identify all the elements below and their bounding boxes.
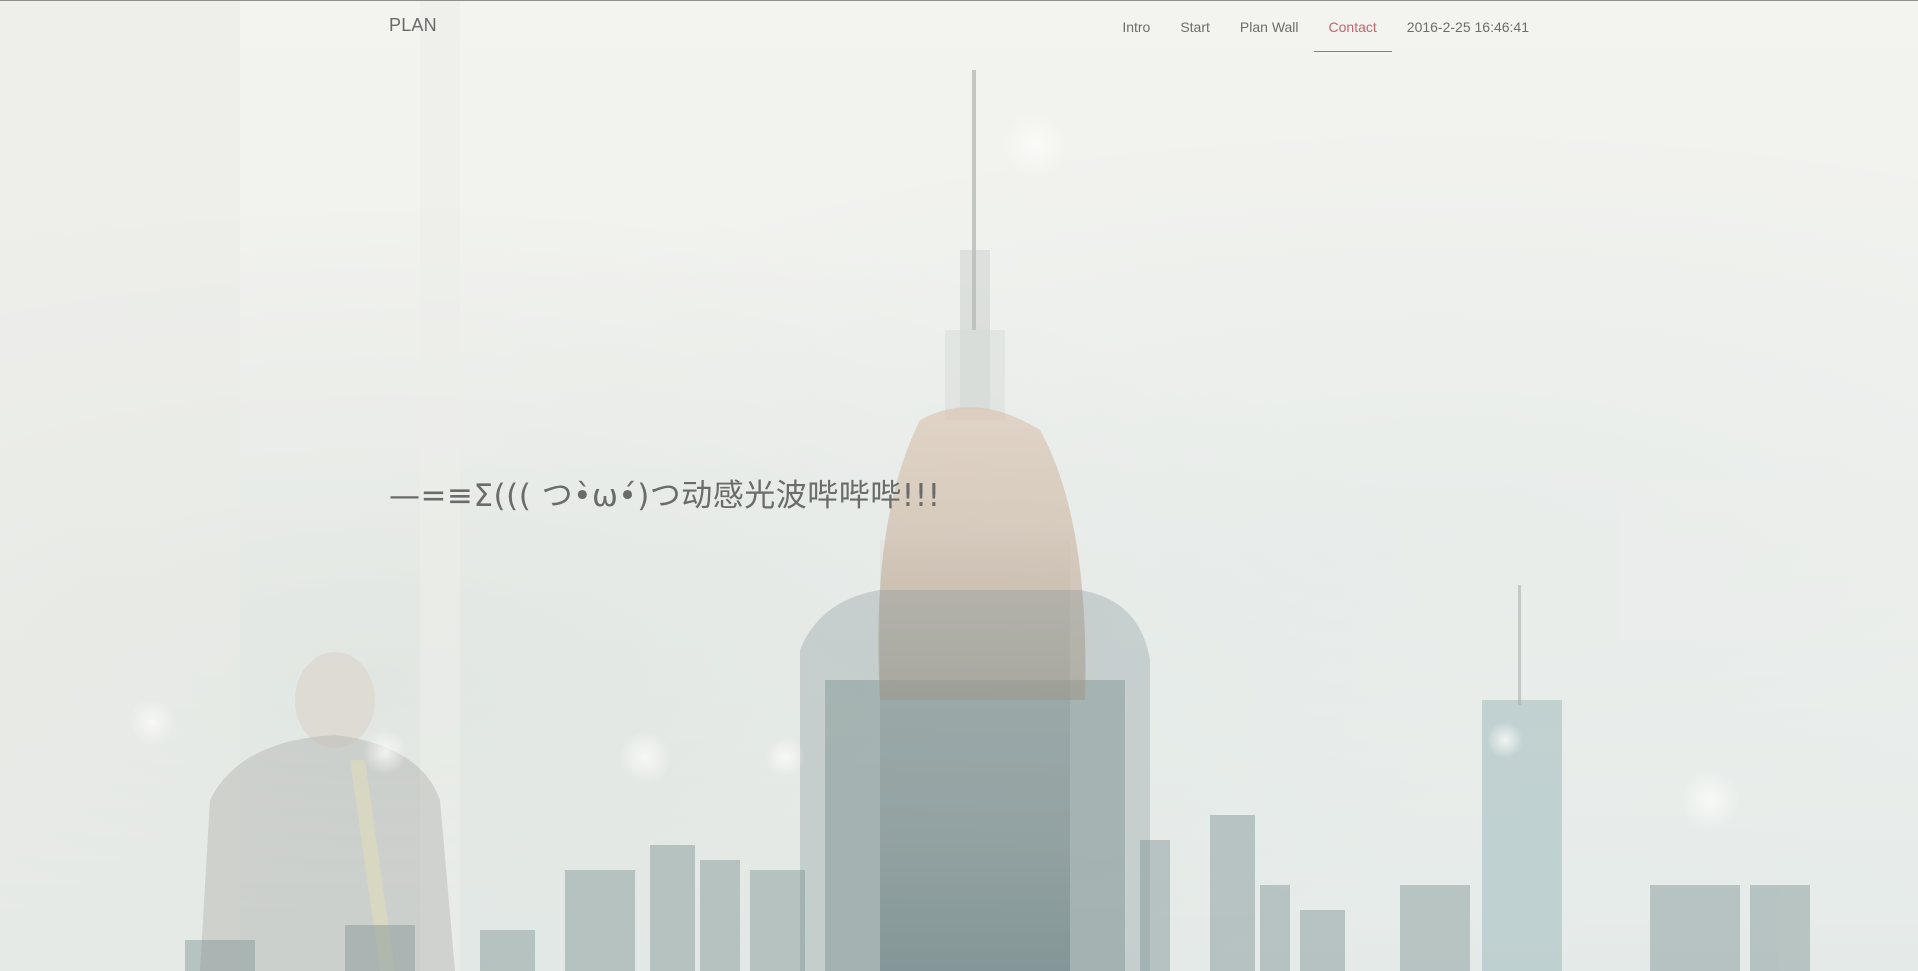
hero-text: —=≡Σ((( つ•̀ω•́)つ动感光波哔哔哔!!! bbox=[389, 478, 941, 514]
nav-item-contact[interactable]: Contact bbox=[1313, 1, 1393, 52]
background-photo bbox=[0, 0, 1918, 971]
current-datetime: 2016-2-25 16:46:41 bbox=[1406, 18, 1529, 35]
nav-item-intro[interactable]: Intro bbox=[1107, 1, 1165, 52]
nav-item-start[interactable]: Start bbox=[1165, 1, 1225, 52]
nav-item-plan-wall[interactable]: Plan Wall bbox=[1225, 1, 1314, 52]
nav-menu: Intro Start Plan Wall Contact 2016-2-25 … bbox=[1107, 1, 1529, 52]
navbar: PLAN Intro Start Plan Wall Contact 2016-… bbox=[0, 1, 1918, 52]
brand-logo[interactable]: PLAN bbox=[389, 15, 437, 36]
